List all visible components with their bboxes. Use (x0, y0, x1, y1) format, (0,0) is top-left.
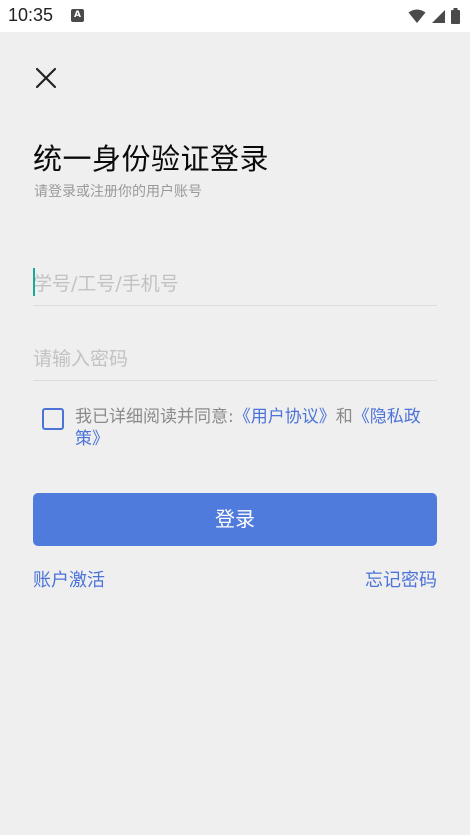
forgot-password-link[interactable]: 忘记密码 (365, 566, 437, 592)
agreement-prefix: 我已详细阅读并同意: (75, 407, 234, 427)
wifi-icon (408, 9, 426, 23)
login-button[interactable]: 登录 (33, 493, 437, 546)
account-field[interactable] (33, 265, 437, 306)
agreement-text: 我已详细阅读并同意:《用户协议》和《隐私政策》 (75, 406, 435, 450)
status-bar: 10:35 A (0, 0, 470, 32)
close-icon (35, 67, 57, 89)
signal-icon (432, 9, 445, 23)
status-icons (408, 6, 460, 26)
close-button[interactable] (32, 64, 60, 92)
user-agreement-link[interactable]: 《用户协议》 (234, 407, 336, 427)
notification-icon: A (71, 9, 84, 22)
password-input[interactable] (33, 340, 437, 378)
agreement-checkbox[interactable] (42, 408, 64, 430)
page-subtitle: 请登录或注册你的用户账号 (34, 184, 202, 200)
agreement-conjunction: 和 (335, 407, 353, 427)
battery-icon (451, 8, 460, 24)
password-field[interactable] (33, 340, 437, 381)
text-caret (33, 268, 35, 296)
page-title: 统一身份验证登录 (33, 142, 270, 176)
account-activate-link[interactable]: 账户激活 (33, 566, 105, 592)
status-time: 10:35 (8, 5, 54, 25)
account-input[interactable] (33, 265, 437, 303)
